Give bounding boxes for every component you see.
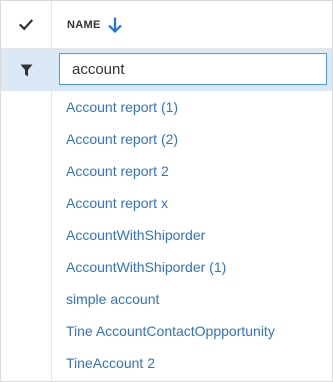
list-item[interactable]: AccountWithShiporder <box>66 220 328 252</box>
name-filter-input[interactable] <box>59 53 327 85</box>
filter-row <box>1 49 332 91</box>
filter-toggle[interactable] <box>1 49 51 91</box>
name-picker-panel: NAME Account report (1)Account report (2… <box>0 0 333 382</box>
arrow-down-icon[interactable] <box>107 16 123 34</box>
list-item[interactable]: Account report (2) <box>66 124 328 156</box>
checkmark-icon <box>19 18 33 30</box>
select-all-toggle[interactable] <box>1 1 51 48</box>
list-item[interactable]: Account report x <box>66 188 328 220</box>
list-item[interactable]: Tine AccountContactOppportunity <box>66 316 328 348</box>
list-item[interactable]: Account report (1) <box>66 92 328 124</box>
name-column-title: NAME <box>67 18 101 31</box>
funnel-filter-icon <box>20 64 32 76</box>
name-column-header[interactable]: NAME <box>67 1 123 48</box>
list-item[interactable]: simple account <box>66 284 328 316</box>
list-item[interactable]: AccountWithShiporder (1) <box>66 252 328 284</box>
list-item[interactable]: TineAccount 2 <box>66 348 328 380</box>
list-item[interactable]: Account report 2 <box>66 156 328 188</box>
result-list: Account report (1) Account report (2) Acco… <box>66 92 328 380</box>
